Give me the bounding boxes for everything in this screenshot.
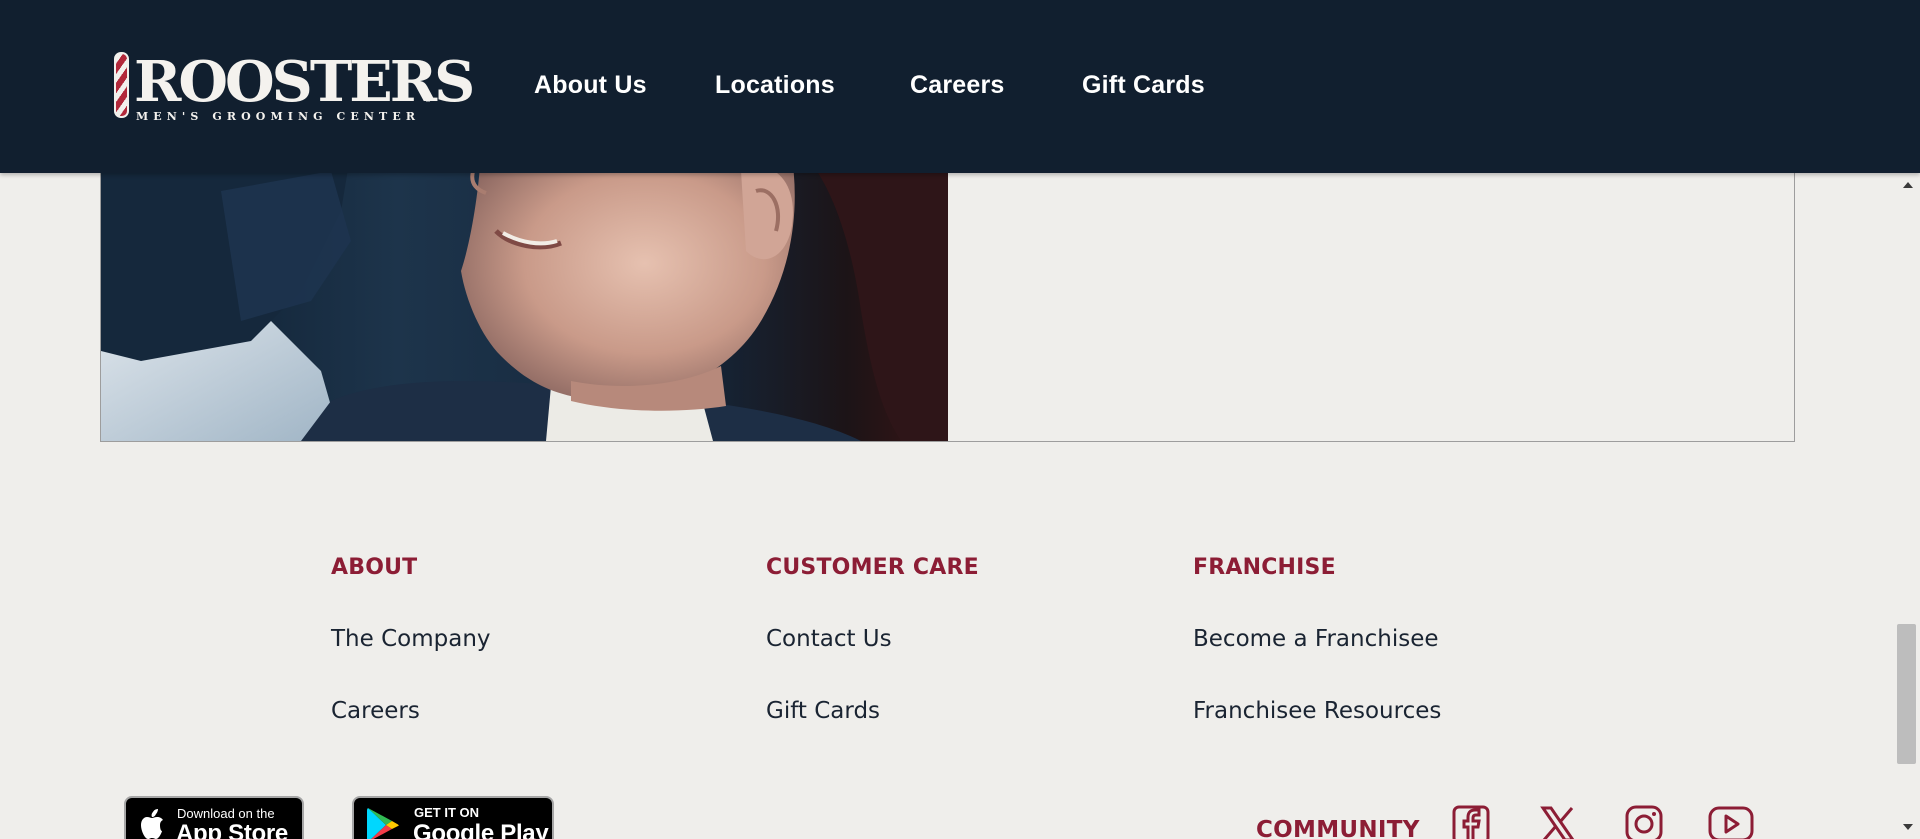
nav-careers[interactable]: Careers xyxy=(910,71,1005,100)
footer-link-gift-cards[interactable]: Gift Cards xyxy=(766,698,880,724)
x-icon xyxy=(1540,806,1575,839)
app-store-badge[interactable]: Download on the App Store xyxy=(124,796,304,839)
feature-card xyxy=(100,150,1795,442)
google-play-small-text: GET IT ON xyxy=(414,805,479,820)
youtube-icon xyxy=(1708,806,1754,839)
nav-locations[interactable]: Locations xyxy=(715,71,835,100)
app-store-big-text: App Store xyxy=(176,820,288,839)
page-scrollbar[interactable] xyxy=(1895,173,1920,839)
footer-link-contact-us[interactable]: Contact Us xyxy=(766,626,892,652)
nav-about-us[interactable]: About Us xyxy=(534,71,647,100)
scroll-up-arrow-icon[interactable] xyxy=(1903,182,1913,188)
instagram-link[interactable] xyxy=(1625,805,1663,839)
community-label: COMMUNITY xyxy=(1256,817,1420,839)
footer-heading-franchise: FRANCHISE xyxy=(1193,555,1336,580)
scrollbar-thumb[interactable] xyxy=(1897,624,1916,764)
scroll-down-arrow-icon[interactable] xyxy=(1903,824,1913,830)
nav-gift-cards[interactable]: Gift Cards xyxy=(1082,71,1205,100)
google-play-icon xyxy=(367,808,399,839)
facebook-link[interactable] xyxy=(1452,805,1490,839)
footer-link-franchisee-resources[interactable]: Franchisee Resources xyxy=(1193,698,1441,724)
footer-heading-customer-care: CUSTOMER CARE xyxy=(766,555,979,580)
logo-tagline: MEN'S GROOMING CENTER xyxy=(136,110,421,123)
footer-link-careers[interactable]: Careers xyxy=(331,698,420,724)
app-store-small-text: Download on the xyxy=(177,806,275,821)
footer-column-franchise: FRANCHISE Become a Franchisee Franchisee… xyxy=(1193,555,1613,735)
logo-registered-mark: ® xyxy=(424,95,432,104)
barber-client-photo xyxy=(101,151,948,441)
site-header: ROOSTERS MEN'S GROOMING CENTER ® About U… xyxy=(0,0,1920,173)
x-twitter-link[interactable] xyxy=(1540,805,1576,839)
logo-wordmark: ROOSTERS xyxy=(134,49,475,115)
footer-link-become-a-franchisee[interactable]: Become a Franchisee xyxy=(1193,626,1439,652)
apple-icon xyxy=(141,809,163,839)
footer-column-customer-care: CUSTOMER CARE Contact Us Gift Cards xyxy=(766,555,1146,735)
google-play-big-text: Google Play xyxy=(413,820,549,839)
youtube-link[interactable] xyxy=(1708,805,1754,839)
footer-heading-about: ABOUT xyxy=(331,555,418,580)
barber-pole-icon xyxy=(114,52,129,118)
footer-column-about: ABOUT The Company Careers xyxy=(331,555,691,735)
footer-link-the-company[interactable]: The Company xyxy=(331,626,491,652)
facebook-icon xyxy=(1452,805,1490,839)
google-play-badge[interactable]: GET IT ON Google Play xyxy=(352,796,554,839)
instagram-icon xyxy=(1625,805,1663,839)
roosters-logo[interactable]: ROOSTERS MEN'S GROOMING CENTER ® xyxy=(112,50,475,126)
